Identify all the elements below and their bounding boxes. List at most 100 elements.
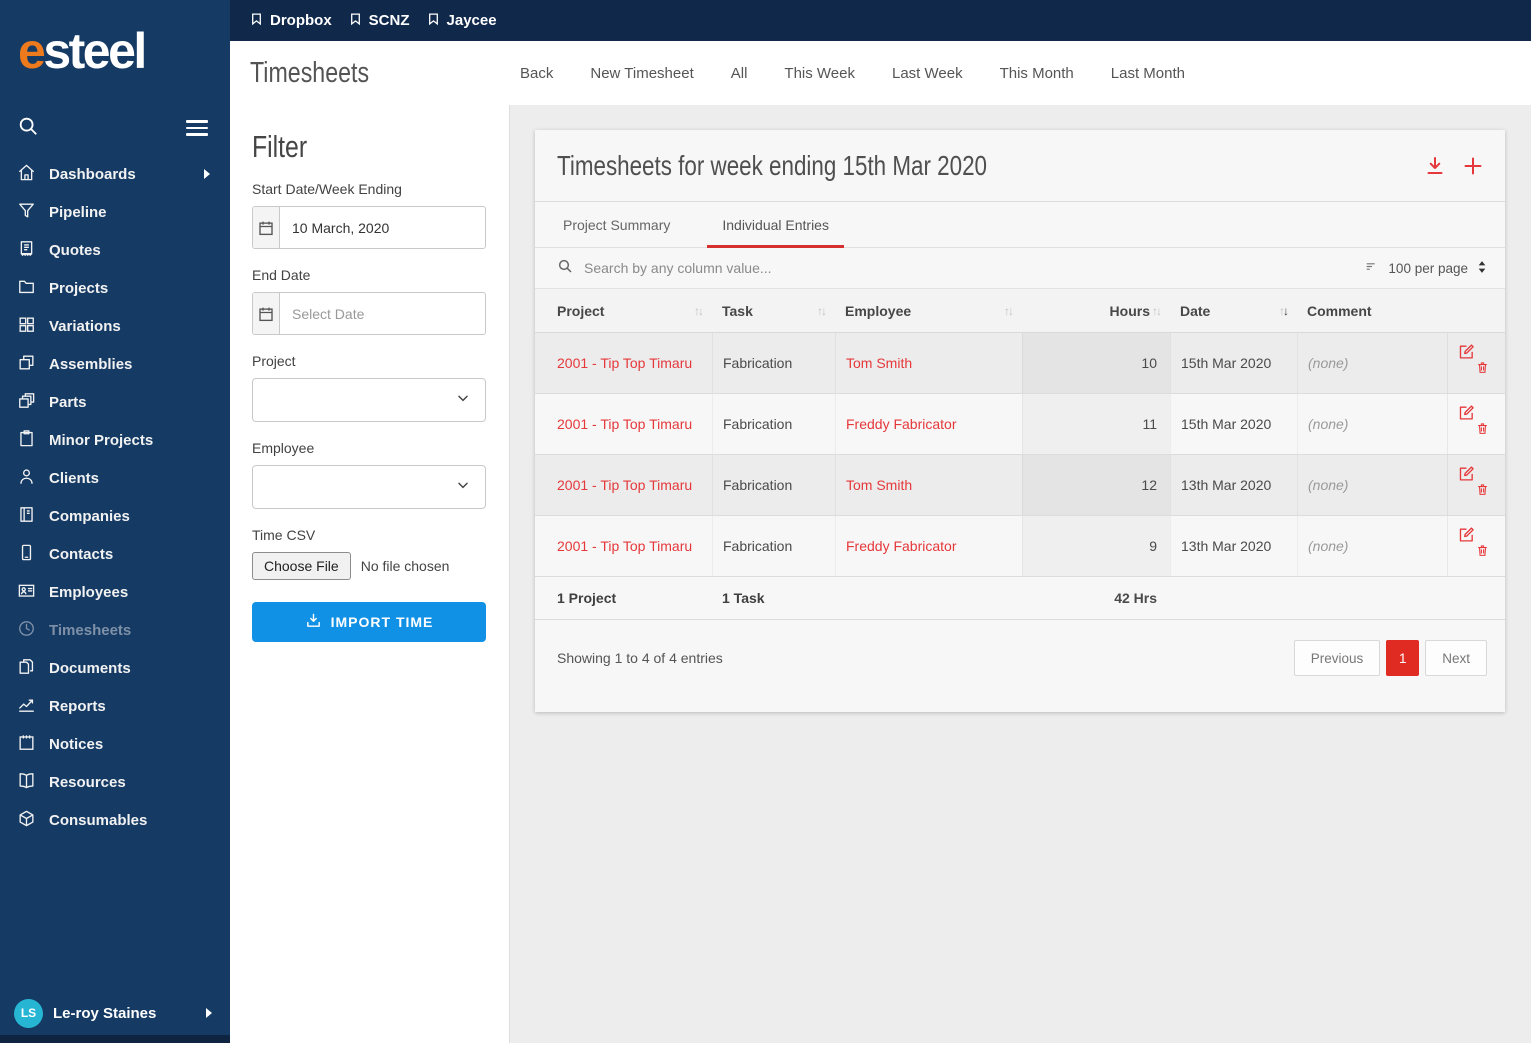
clipboard-icon [17,429,36,452]
col-header-project[interactable]: Project ↑ ↓ [535,289,712,332]
tab-project-summary[interactable]: Project Summary [548,202,685,247]
bookmark-icon [427,11,440,31]
edit-icon[interactable] [1458,526,1475,546]
sort-arrows-icon[interactable]: ↑ ↓ [694,304,704,318]
sidebar-item-companies[interactable]: Companies [0,497,230,535]
project-link[interactable]: 2001 - Tip Top Timaru [557,477,692,493]
sidebar: Dashboards Pipeline Quotes Projects Vari… [0,105,230,1043]
sidebar-item-pipeline[interactable]: Pipeline [0,193,230,231]
sidebar-item-label: Notices [49,735,104,753]
id-card-icon [17,581,36,604]
import-time-button[interactable]: IMPORT TIME [252,602,486,642]
col-header-employee[interactable]: Employee ↑ ↓ [835,289,1022,332]
trash-icon[interactable] [1476,421,1489,439]
next-page-button[interactable]: Next [1425,640,1487,676]
start-date-input[interactable] [280,207,485,248]
bookmark-jaycee[interactable]: Jaycee [427,11,497,31]
sidebar-item-clients[interactable]: Clients [0,459,230,497]
download-icon[interactable] [1423,154,1447,178]
col-header-comment[interactable]: Comment [1297,289,1447,332]
sidebar-item-timesheets[interactable]: Timesheets [0,611,230,649]
sort-arrows-icon[interactable]: ↑ ↓ [1004,304,1014,318]
cell-hours: 10 [1022,333,1170,393]
sidebar-item-minor-projects[interactable]: Minor Projects [0,421,230,459]
user-menu[interactable]: LS Le-roy Staines [0,993,230,1033]
total-hours: 42 Hrs [1114,590,1157,606]
trash-icon[interactable] [1476,482,1489,500]
employee-select[interactable] [252,465,486,509]
col-header-hours[interactable]: Hours ↑ ↓ [1022,289,1170,332]
sidebar-item-resources[interactable]: Resources [0,763,230,801]
bookmark-scnz[interactable]: SCNZ [349,11,410,31]
sidebar-item-employees[interactable]: Employees [0,573,230,611]
card-tabs: Project Summary Individual Entries [535,202,1505,248]
nav-back[interactable]: Back [520,65,553,82]
employee-link[interactable]: Tom Smith [846,477,912,493]
timesheet-nav: Back New Timesheet All This Week Last We… [520,65,1185,82]
employee-link[interactable]: Freddy Fabricator [846,538,956,554]
project-select[interactable] [252,378,486,422]
card-title: Timesheets for week ending 15th Mar 2020 [557,149,987,181]
end-date-input[interactable] [280,293,485,334]
search-icon[interactable] [17,115,39,142]
sidebar-item-quotes[interactable]: Quotes [0,231,230,269]
cell-date: 15th Mar 2020 [1170,394,1297,454]
sidebar-item-parts[interactable]: Parts [0,383,230,421]
start-date-field [252,206,486,249]
nav-this-week[interactable]: This Week [784,65,855,82]
bookmark-icon [349,11,362,31]
bookmark-dropbox[interactable]: Dropbox [250,11,332,31]
end-date-field [252,292,486,335]
time-csv-field: Choose File No file chosen [252,552,486,580]
edit-icon[interactable] [1458,465,1475,485]
sidebar-item-reports[interactable]: Reports [0,687,230,725]
table-search-input[interactable] [584,260,1365,276]
cell-task: Fabrication [712,516,835,576]
project-link[interactable]: 2001 - Tip Top Timaru [557,355,692,371]
page-size-select[interactable]: 100 per page [1364,260,1487,277]
sidebar-item-variations[interactable]: Variations [0,307,230,345]
sidebar-item-projects[interactable]: Projects [0,269,230,307]
box-icon [17,809,36,832]
col-header-task[interactable]: Task ↑ ↓ [712,289,835,332]
previous-page-button[interactable]: Previous [1293,640,1381,676]
sidebar-item-notices[interactable]: Notices [0,725,230,763]
trash-icon[interactable] [1476,360,1489,378]
edit-icon[interactable] [1458,343,1475,363]
cell-date: 13th Mar 2020 [1170,516,1297,576]
sidebar-item-label: Contacts [49,545,114,563]
nav-last-month[interactable]: Last Month [1111,65,1185,82]
calendar-icon[interactable] [253,293,280,334]
choose-file-button[interactable]: Choose File [252,552,351,580]
sidebar-item-assemblies[interactable]: Assemblies [0,345,230,383]
edit-icon[interactable] [1458,404,1475,424]
tab-individual-entries[interactable]: Individual Entries [707,202,844,248]
page-title: Timesheets [250,56,370,89]
sidebar-item-contacts[interactable]: Contacts [0,535,230,573]
sort-arrows-icon[interactable]: ↑ ↓ [1279,304,1289,318]
calendar-icon[interactable] [253,207,280,248]
sort-arrows-icon[interactable]: ↑ ↓ [817,304,827,318]
logo-prefix: e [18,23,46,79]
trash-icon[interactable] [1476,543,1489,561]
menu-icon[interactable] [186,116,208,140]
nav-last-week[interactable]: Last Week [892,65,963,82]
employee-link[interactable]: Freddy Fabricator [846,416,956,432]
project-link[interactable]: 2001 - Tip Top Timaru [557,538,692,554]
project-link[interactable]: 2001 - Tip Top Timaru [557,416,692,432]
ledger-icon [17,505,36,528]
nav-new-timesheet[interactable]: New Timesheet [590,65,693,82]
col-header-date[interactable]: Date ↑ ↓ [1170,289,1297,332]
plus-icon[interactable] [1461,154,1485,178]
nav-all[interactable]: All [731,65,748,82]
sidebar-item-dashboards[interactable]: Dashboards [0,155,230,193]
employee-link[interactable]: Tom Smith [846,355,912,371]
sidebar-item-documents[interactable]: Documents [0,649,230,687]
sort-arrows-icon[interactable]: ↑ ↓ [1152,304,1162,318]
page-1-button[interactable]: 1 [1386,640,1420,676]
nav-this-month[interactable]: This Month [1000,65,1074,82]
end-date-label: End Date [252,267,311,283]
card-header: Timesheets for week ending 15th Mar 2020 [535,130,1505,202]
sidebar-item-consumables[interactable]: Consumables [0,801,230,839]
brand-logo-block[interactable]: esteel [0,0,230,105]
